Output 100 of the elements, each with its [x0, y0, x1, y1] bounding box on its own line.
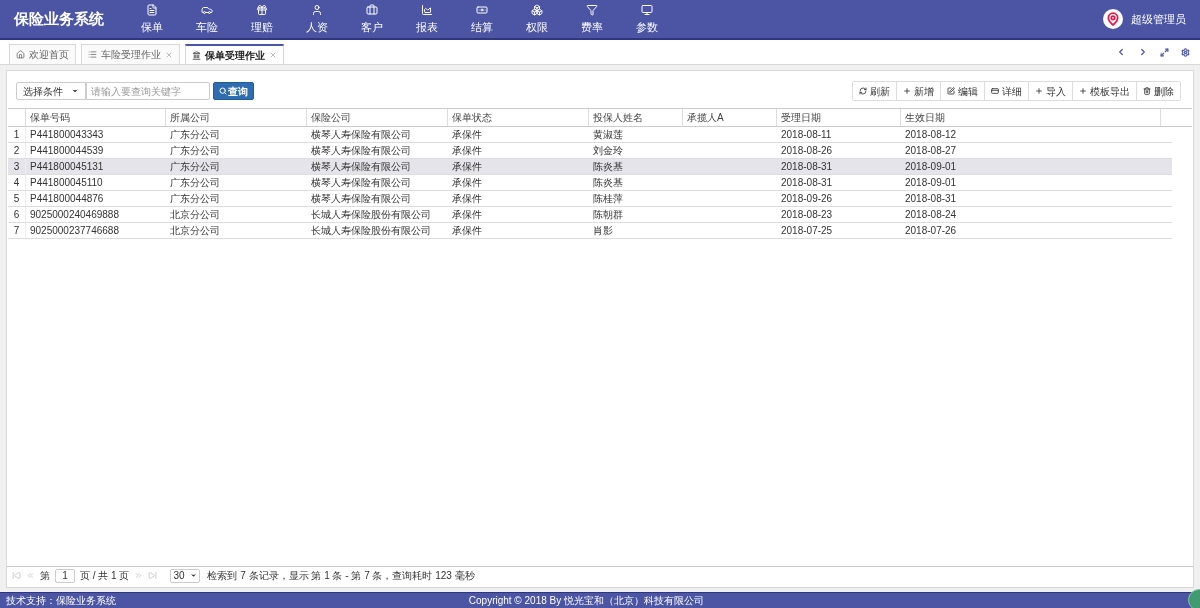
avatar-icon: [1103, 9, 1123, 29]
table-row[interactable]: 1 P441800043343 广东分公司 横琴人寿保险有限公司 承保件 黄淑莲 2018-08-11 2018-08-12: [8, 127, 1172, 143]
person-icon: [310, 4, 323, 17]
table-cell-text: 横琴人寿保险有限公司: [311, 128, 411, 142]
footer-copyright: Copyright © 2018 By 悦光宝和（北京）科技有限公司: [468, 594, 704, 608]
tab[interactable]: 保单受理作业: [185, 44, 284, 64]
nav-item[interactable]: 客户: [344, 2, 399, 36]
bank-icon: [192, 50, 201, 60]
row-number: 5: [13, 192, 20, 206]
table-cell-text: 北京分公司: [170, 224, 220, 238]
home-icon: [16, 50, 25, 59]
table-cell-text: 肖影: [593, 224, 613, 238]
table-cell-text: 2018-08-24: [905, 208, 957, 222]
table-cell-text: 2018-09-01: [905, 176, 957, 190]
column-header[interactable]: 承揽人A: [687, 110, 724, 125]
list-icon: [88, 50, 97, 59]
trash-icon: [1143, 87, 1151, 95]
next-page-icon[interactable]: [134, 571, 144, 580]
table-cell-text: P441800044539: [30, 144, 104, 158]
table-cell-text: 2018-08-31: [781, 160, 833, 174]
card-icon: [991, 87, 999, 95]
refresh-icon: [859, 87, 867, 95]
nav-item[interactable]: 车险: [179, 2, 234, 36]
table-cell-text: P441800045131: [30, 160, 104, 174]
nav-item[interactable]: 参数: [619, 2, 674, 36]
row-number: 1: [13, 128, 20, 142]
table-cell-text: 2018-08-26: [781, 144, 833, 158]
plus-icon: [903, 87, 911, 95]
nav-item[interactable]: 理赔: [234, 2, 289, 36]
previous-icon[interactable]: [1116, 47, 1126, 57]
table-row[interactable]: 5 P441800044876 广东分公司 横琴人寿保险有限公司 承保件 陈桂萍 2018-09-26 2018-08-31: [8, 191, 1172, 207]
edit-icon: [947, 87, 955, 95]
column-header[interactable]: 生效日期: [905, 110, 945, 125]
table-cell-text: 陈炎基: [593, 160, 623, 174]
row-number: 7: [13, 224, 20, 238]
table-row[interactable]: 6 9025000240469888 北京分公司 长城人寿保险股份有限公司 承保件 陈朝群 2018-08-23 2018-08-24: [8, 207, 1172, 223]
table-cell-text: 陈朝群: [593, 208, 623, 222]
page-info: 检索到 7 条记录，显示 第 1 条 - 第 7 条，查询耗时 123 毫秒: [207, 569, 475, 583]
table-cell-text: 陈桂萍: [593, 192, 623, 206]
table-cell-text: 2018-09-01: [905, 160, 957, 174]
table-cell-text: P441800044876: [30, 192, 104, 206]
nav-item[interactable]: 保单: [124, 2, 179, 36]
nav-item[interactable]: 权限: [509, 2, 564, 36]
nav-item[interactable]: 报表: [399, 2, 454, 36]
table-cell-text: 横琴人寿保险有限公司: [311, 144, 411, 158]
column-header[interactable]: 保险公司: [311, 110, 351, 125]
nav-item[interactable]: 费率: [564, 2, 619, 36]
table-cell-text: 承保件: [452, 192, 482, 206]
column-header[interactable]: 保单状态: [452, 110, 492, 125]
filter-icon: [585, 4, 598, 17]
fullscreen-icon[interactable]: [1160, 47, 1169, 57]
app-title: 保险业务系统: [12, 8, 105, 29]
table-cell-text: 长城人寿保险股份有限公司: [311, 224, 431, 238]
table-cell-text: 广东分公司: [170, 192, 220, 206]
page-total: 页 / 共 1 页: [80, 569, 130, 583]
previous-page-icon[interactable]: [26, 571, 35, 580]
first-page-icon[interactable]: [12, 571, 21, 580]
toolbar-button[interactable]: 删除: [1136, 82, 1180, 100]
table-row[interactable]: 4 P441800045110 广东分公司 横琴人寿保险有限公司 承保件 陈炎基 2018-08-31 2018-09-01: [8, 175, 1172, 191]
car-icon: [200, 4, 213, 17]
table-cell-text: 2018-08-31: [905, 192, 957, 206]
table-cell-text: 广东分公司: [170, 176, 220, 190]
column-header[interactable]: 所属公司: [170, 110, 210, 125]
table-cell-text: 横琴人寿保险有限公司: [311, 176, 411, 190]
row-number: 2: [13, 144, 20, 158]
tab[interactable]: 车险受理作业: [81, 44, 180, 64]
settings-icon[interactable]: [1181, 47, 1190, 57]
gift-icon: [255, 4, 268, 17]
column-header[interactable]: 保单号码: [30, 110, 70, 125]
condition-dropdown[interactable]: 选择条件: [16, 82, 86, 100]
table-cell-text: 9025000240469888: [30, 208, 119, 222]
search-field[interactable]: 请输入要查询关键字: [86, 82, 210, 100]
close-icon[interactable]: [269, 51, 277, 59]
banknote-icon: [475, 4, 488, 17]
close-icon[interactable]: [165, 50, 173, 59]
table-cell-text: P441800043343: [30, 128, 104, 142]
table-cell-text: 横琴人寿保险有限公司: [311, 160, 411, 174]
table-row[interactable]: 7 9025000237746688 北京分公司 长城人寿保险股份有限公司 承保件 肖影 2018-07-25 2018-07-26: [8, 223, 1172, 239]
page-label: 第: [40, 569, 50, 583]
table-cell-text: P441800045110: [30, 176, 103, 190]
page-input[interactable]: 1: [55, 568, 75, 583]
table-cell-text: 长城人寿保险股份有限公司: [311, 208, 431, 222]
column-header[interactable]: 受理日期: [781, 110, 821, 125]
nav-item[interactable]: 结算: [454, 2, 509, 36]
nav-item[interactable]: 人资: [289, 2, 344, 36]
next-icon[interactable]: [1138, 47, 1148, 57]
plus-icon: [1079, 87, 1087, 95]
column-header[interactable]: 投保人姓名: [593, 110, 643, 125]
table-cell-text: 广东分公司: [170, 128, 220, 142]
area-chart-icon: [420, 4, 433, 17]
table-cell-text: 2018-08-27: [905, 144, 957, 158]
table-cell-text: 2018-08-23: [781, 208, 833, 222]
search-button[interactable]: 查询: [213, 82, 254, 100]
row-number: 3: [13, 160, 20, 174]
table-row[interactable]: 2 P441800044539 广东分公司 横琴人寿保险有限公司 承保件 刘金玲 2018-08-26 2018-08-27: [8, 143, 1172, 159]
table-row[interactable]: 3 P441800045131 广东分公司 横琴人寿保险有限公司 承保件 陈炎基 2018-08-31 2018-09-01: [8, 159, 1172, 175]
last-page-icon[interactable]: [148, 571, 158, 580]
tab[interactable]: 欢迎首页: [9, 44, 76, 64]
page-size-select[interactable]: 30: [170, 568, 201, 583]
table-cell-text: 2018-07-26: [905, 224, 957, 238]
